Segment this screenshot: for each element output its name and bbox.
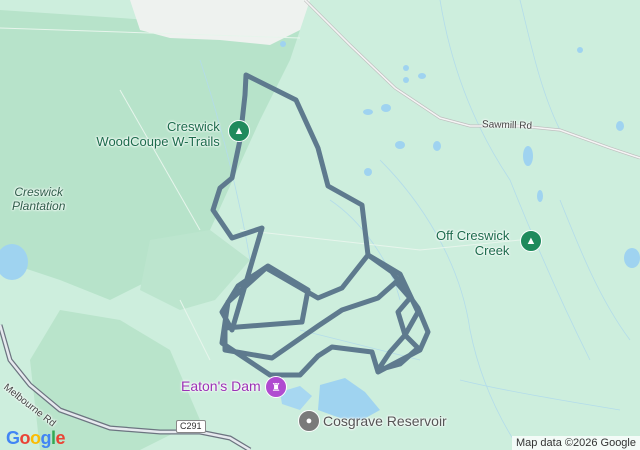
water-body bbox=[523, 146, 533, 166]
water-body bbox=[403, 65, 409, 71]
tree-icon[interactable]: ▲ bbox=[520, 230, 542, 252]
map-attribution[interactable]: Map data ©2026 Google bbox=[511, 436, 640, 450]
castle-icon[interactable]: ♜ bbox=[265, 376, 287, 398]
place-label: Creswick bbox=[167, 119, 220, 134]
place-woodcoupe[interactable]: Creswick WoodCoupe W-Trails bbox=[94, 119, 220, 150]
place-off-creek[interactable]: Off Creswick Creek bbox=[436, 228, 510, 259]
water-body bbox=[363, 109, 373, 115]
area-plantation: Creswick Plantation bbox=[12, 185, 66, 214]
road-shield: C291 bbox=[176, 420, 206, 433]
place-label: Off Creswick bbox=[436, 228, 510, 243]
place-cosgrave[interactable]: Cosgrave Reservoir bbox=[323, 413, 447, 429]
water-body bbox=[624, 248, 640, 268]
area-label: Creswick bbox=[14, 185, 64, 199]
road-sawmill bbox=[303, 0, 640, 160]
map-canvas[interactable]: ▲ Creswick WoodCoupe W-Trails Creswick P… bbox=[0, 0, 640, 450]
area-label: Plantation bbox=[12, 198, 66, 213]
water-body bbox=[537, 190, 543, 202]
tree-icon[interactable]: ▲ bbox=[228, 120, 250, 142]
google-logo: Google bbox=[6, 428, 66, 448]
water-body bbox=[364, 168, 372, 176]
water-body bbox=[418, 73, 426, 79]
water-body bbox=[433, 141, 441, 151]
water-body bbox=[381, 104, 391, 112]
water-body bbox=[280, 41, 286, 47]
place-label: Creek bbox=[474, 242, 510, 258]
road-label-sawmill: Sawmill Rd bbox=[481, 119, 533, 132]
place-label: WoodCoupe W-Trails bbox=[96, 133, 220, 149]
water-body bbox=[577, 47, 583, 53]
water-body bbox=[616, 121, 624, 131]
water-body bbox=[403, 77, 409, 83]
water-body bbox=[395, 141, 405, 149]
map-base bbox=[0, 0, 640, 450]
circle-icon[interactable]: ● bbox=[298, 410, 320, 432]
place-eatons-dam[interactable]: Eaton's Dam bbox=[181, 378, 261, 394]
